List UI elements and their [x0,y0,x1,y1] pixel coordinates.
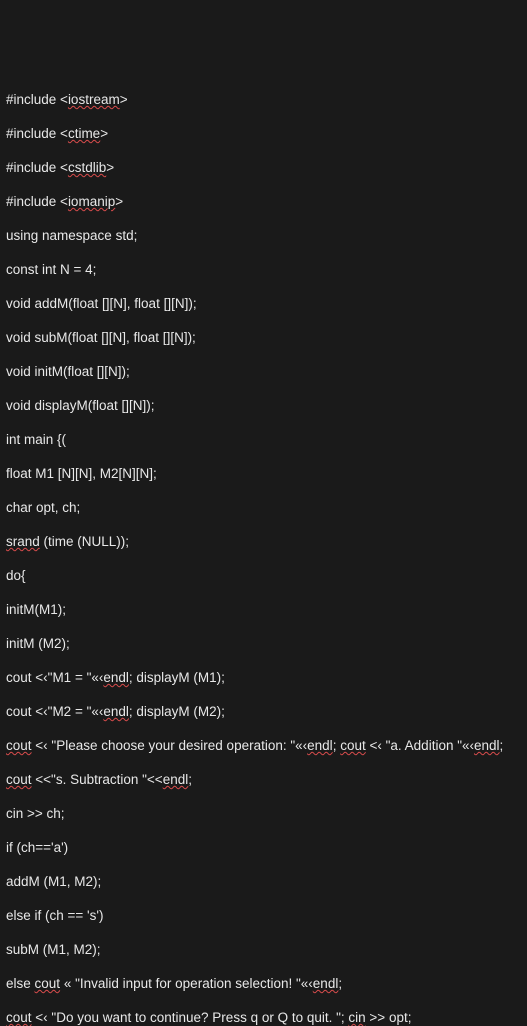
underlined-text: endl [313,976,339,991]
underlined-text: cout [340,738,366,753]
code-line: cout <<"s. Subtraction "<<endl; [6,771,521,788]
code-line: subM (M1, M2); [6,941,521,958]
code-line: char opt, ch; [6,499,521,516]
code-line: float M1 [N][N], M2[N][N]; [6,465,521,482]
text: <‹ "a. Addition "«‹ [366,738,474,753]
code-line: #include <ctime> [6,125,521,142]
text: else if (ch == 's') [6,908,103,923]
code-line: srand (time (NULL)); [6,533,521,550]
text: ; displayM (M1); [129,670,225,685]
text: const int N = 4; [6,262,96,277]
underlined-text: cout [6,1010,32,1025]
underlined-text: endl [103,704,129,719]
text: int main {( [6,432,66,447]
code-line: void displayM(float [][N]); [6,397,521,414]
code-line: void initM(float [][N]); [6,363,521,380]
text: ; [188,772,192,787]
text: « "Invalid input for operation selection… [60,976,313,991]
code-line: #include <iomanip> [6,193,521,210]
text: do{ [6,568,26,583]
text: if (ch=='a') [6,840,68,855]
text: ; displayM (M2); [129,704,225,719]
text: void subM(float [][N], float [][N]); [6,330,196,345]
code-line: initM (M2); [6,635,521,652]
text: <‹ "Please choose your desired operation… [32,738,308,753]
text: ; [333,738,341,753]
code-line: cout <‹"M2 = "«‹endl; displayM (M2); [6,703,521,720]
text: initM(M1); [6,602,66,617]
code-line: addM (M1, M2); [6,873,521,890]
underlined-text: ctime [68,126,100,141]
text: addM (M1, M2); [6,874,101,889]
code-line: using namespace std; [6,227,521,244]
text: #include < [6,126,68,141]
underlined-text: cstdlib [68,160,106,175]
code-block: #include <iostream> #include <ctime> #in… [6,74,521,1026]
text: float M1 [N][N], M2[N][N]; [6,466,157,481]
text: initM (M2); [6,636,70,651]
code-line: cout <‹ "Do you want to continue? Press … [6,1009,521,1026]
text: else [6,976,35,991]
code-line: initM(M1); [6,601,521,618]
text: void initM(float [][N]); [6,364,130,379]
text: void addM(float [][N], float [][N]); [6,296,197,311]
text: > [120,92,128,107]
text: >> opt; [366,1010,412,1025]
text: <‹ "Do you want to continue? Press q or … [32,1010,349,1025]
code-line: if (ch=='a') [6,839,521,856]
code-line: int main {( [6,431,521,448]
code-line: else cout « "Invalid input for operation… [6,975,521,992]
code-line: do{ [6,567,521,584]
text: cout <‹"M1 = "«‹ [6,670,103,685]
underlined-text: cout [35,976,61,991]
text: cin >> ch; [6,806,65,821]
text: subM (M1, M2); [6,942,101,957]
underlined-text: endl [307,738,333,753]
text: > [100,126,108,141]
text: using namespace std; [6,228,137,243]
code-line: cout <‹"M1 = "«‹endl; displayM (M1); [6,669,521,686]
text: #include < [6,160,68,175]
text: ; [500,738,504,753]
code-line: void subM(float [][N], float [][N]); [6,329,521,346]
underlined-text: cin [348,1010,365,1025]
code-line: #include <cstdlib> [6,159,521,176]
underlined-text: iomanip [68,194,115,209]
text: <<"s. Subtraction "<< [32,772,163,787]
underlined-text: endl [103,670,129,685]
code-line: const int N = 4; [6,261,521,278]
code-line: cin >> ch; [6,805,521,822]
underlined-text: srand [6,534,40,549]
text: #include < [6,92,68,107]
underlined-text: endl [474,738,500,753]
text: > [115,194,123,209]
underlined-text: endl [163,772,189,787]
text: cout <‹"M2 = "«‹ [6,704,103,719]
text: > [106,160,114,175]
underlined-text: cout [6,738,32,753]
text: ; [338,976,342,991]
code-line: void addM(float [][N], float [][N]); [6,295,521,312]
text: (time (NULL)); [40,534,129,549]
underlined-text: cout [6,772,32,787]
code-line: cout <‹ "Please choose your desired oper… [6,737,521,754]
underlined-text: iostream [68,92,120,107]
code-line: #include <iostream> [6,91,521,108]
text: void displayM(float [][N]); [6,398,155,413]
code-line: else if (ch == 's') [6,907,521,924]
text: #include < [6,194,68,209]
